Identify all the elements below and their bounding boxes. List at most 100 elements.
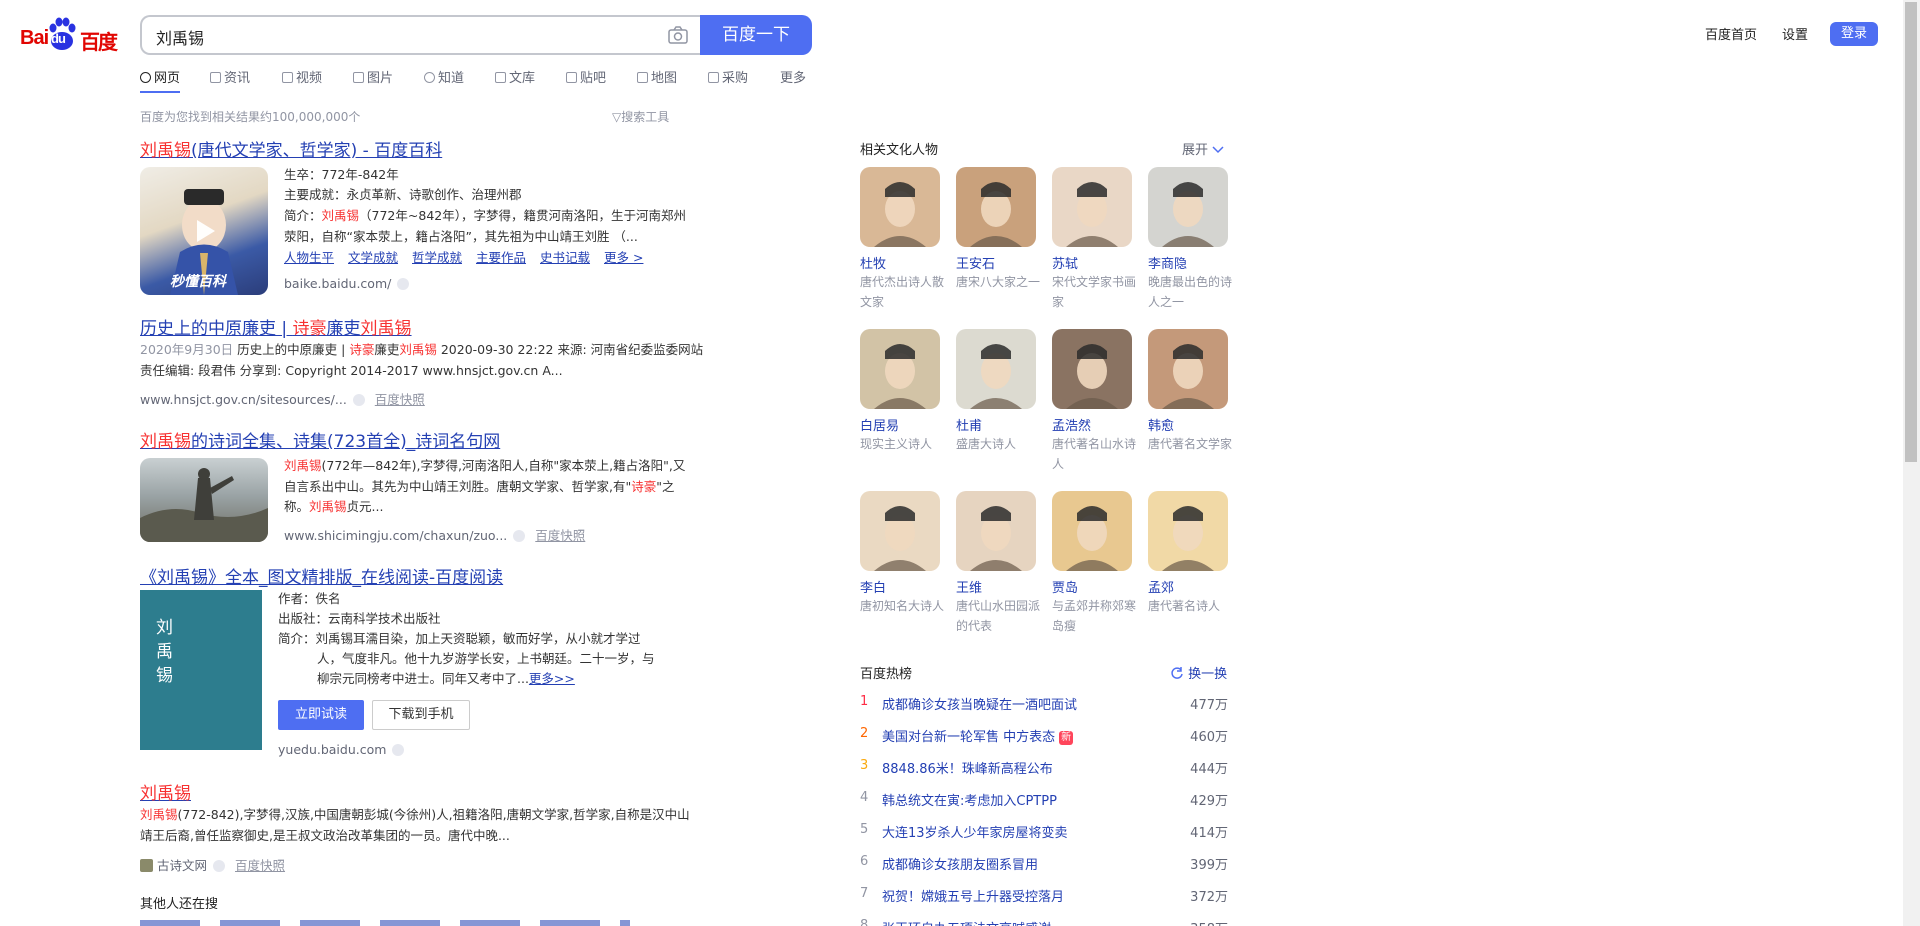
baidu-home-link[interactable]: 百度首页 [1705,24,1757,43]
camera-icon[interactable] [668,26,688,44]
hot-title[interactable]: 成都确诊女孩朋友圈系冒用 [882,854,1038,873]
sublink-philosophy[interactable]: 哲学成就 [412,250,462,265]
person-name[interactable]: 孟郊 [1148,577,1232,596]
search-tools[interactable]: ▽搜索工具 [612,108,669,125]
book-more-link[interactable]: 更多>> [529,671,575,686]
hot-title-text: 韩总统文在寅:考虑加入CPTPP [882,794,1057,809]
result-2-title[interactable]: 历史上的中原廉吏 | 诗豪廉吏刘禹锡 [140,314,412,339]
tab-images[interactable]: 图片 [353,67,393,93]
related-person[interactable]: 白居易 现实主义诗人 [860,329,944,454]
result-1-thumbnail[interactable]: 秒懂百科 [140,167,268,295]
read-now-button[interactable]: 立即试读 [278,700,364,730]
page-scrollbar[interactable] [1903,0,1920,926]
related-search-links[interactable] [140,920,630,926]
result-4-title[interactable]: 《刘禹锡》全本_图文精排版_在线阅读-百度阅读 [140,563,503,588]
person-portrait[interactable] [956,491,1036,571]
person-portrait[interactable] [860,491,940,571]
hot-item[interactable]: 8 张玉环自办五项法文高喊感谢 358万 [860,918,1228,926]
hot-title[interactable]: 韩总统文在寅:考虑加入CPTPP [882,790,1057,809]
snapshot-link[interactable]: 百度快照 [535,528,585,543]
tab-zhidao[interactable]: 知道 [424,67,464,93]
sublink-literature[interactable]: 文学成就 [348,250,398,265]
related-person[interactable]: 苏轼 宋代文学家书画家 [1052,167,1136,312]
related-person[interactable]: 韩愈 唐代著名文学家 [1148,329,1232,454]
hot-item[interactable]: 3 8848.86米！珠峰新高程公布 444万 [860,758,1228,782]
related-person[interactable]: 王维 唐代山水田园派的代表 [956,491,1040,636]
settings-link[interactable]: 设置 [1782,24,1808,43]
related-person[interactable]: 李商隐 晚唐最出色的诗人之一 [1148,167,1232,312]
search-button[interactable]: 百度一下 [700,15,812,55]
person-name[interactable]: 苏轼 [1052,253,1136,272]
tab-wenku[interactable]: 文库 [495,67,535,93]
person-name[interactable]: 韩愈 [1148,415,1232,434]
result-5-title[interactable]: 刘禹锡 [140,779,191,804]
tab-purchase[interactable]: 采购 [708,67,748,93]
person-name[interactable]: 杜甫 [956,415,1040,434]
hot-item[interactable]: 5 大连13岁杀人少年家房屋将变卖 414万 [860,822,1228,846]
hot-item[interactable]: 2 美国对台新一轮军售 中方表态新 460万 [860,726,1228,750]
person-portrait[interactable] [1052,167,1132,247]
person-name[interactable]: 杜牧 [860,253,944,272]
person-portrait[interactable] [1148,491,1228,571]
person-name[interactable]: 贾岛 [1052,577,1136,596]
tab-map[interactable]: 地图 [637,67,677,93]
tab-video[interactable]: 视频 [282,67,322,93]
tab-news[interactable]: 资讯 [210,67,250,93]
person-name[interactable]: 王安石 [956,253,1040,272]
others-searching-title: 其他人还在搜 [140,897,219,912]
hot-item[interactable]: 7 祝贺！嫦娥五号上升器受控落月 372万 [860,886,1228,910]
expand-button[interactable]: 展开 [1182,139,1224,158]
hot-title[interactable]: 大连13岁杀人少年家房屋将变卖 [882,822,1068,841]
related-person[interactable]: 王安石 唐宋八大家之一 [956,167,1040,292]
result-1-achievements: 主要成就：永贞革新、诗歌创作、治理州郡 [284,187,522,202]
related-person[interactable]: 贾岛 与孟郊并称郊寒岛瘦 [1052,491,1136,636]
play-icon[interactable] [189,216,219,246]
hot-title[interactable]: 祝贺！嫦娥五号上升器受控落月 [882,886,1064,905]
result-3-title[interactable]: 刘禹锡的诗词全集、诗集(723首全)_诗词名句网 [140,427,500,452]
result-1-title[interactable]: 刘禹锡(唐代文学家、哲学家) - 百度百科 [140,136,442,161]
sublink-life[interactable]: 人物生平 [284,250,334,265]
person-name[interactable]: 李白 [860,577,944,596]
related-person[interactable]: 李白 唐初知名大诗人 [860,491,944,616]
related-person[interactable]: 杜甫 盛唐大诗人 [956,329,1040,454]
hot-item[interactable]: 6 成都确诊女孩朋友圈系冒用 399万 [860,854,1228,878]
hot-title[interactable]: 成都确诊女孩当晚疑在一酒吧面试 [882,694,1077,713]
tab-web[interactable]: 网页 [140,67,181,93]
person-portrait[interactable] [956,167,1036,247]
person-portrait[interactable] [1052,329,1132,409]
snapshot-link[interactable]: 百度快照 [235,858,285,873]
sublink-works[interactable]: 主要作品 [476,250,526,265]
related-person[interactable]: 杜牧唐代杰出诗人散文家 [860,167,944,312]
related-person[interactable]: 孟郊 唐代著名诗人 [1148,491,1232,616]
hot-item[interactable]: 1 成都确诊女孩当晚疑在一酒吧面试 477万 [860,694,1228,718]
person-name[interactable]: 孟浩然 [1052,415,1136,434]
search-input[interactable]: 刘禹锡 [140,15,702,55]
book-cover[interactable]: 刘禹锡 [140,590,262,750]
refresh-button[interactable]: 换一换 [1170,663,1227,682]
person-portrait[interactable] [956,329,1036,409]
result-3-thumbnail[interactable] [140,458,268,542]
baidu-logo[interactable]: Bai du 百度 [20,17,125,55]
hot-title[interactable]: 8848.86米！珠峰新高程公布 [882,758,1053,777]
sublink-more[interactable]: 更多 > [604,250,643,265]
tab-more[interactable]: 更多 [780,67,806,93]
scrollbar-thumb[interactable] [1905,2,1917,462]
login-button[interactable]: 登录 [1830,22,1878,46]
hot-item[interactable]: 4 韩总统文在寅:考虑加入CPTPP 429万 [860,790,1228,814]
person-portrait[interactable] [1148,167,1228,247]
person-portrait[interactable] [860,329,940,409]
person-portrait[interactable] [1148,329,1228,409]
person-name[interactable]: 王维 [956,577,1040,596]
person-name[interactable]: 李商隐 [1148,253,1232,272]
download-to-phone-button[interactable]: 下载到手机 [372,700,470,730]
hot-title[interactable]: 美国对台新一轮军售 中方表态新 [882,726,1074,745]
person-portrait[interactable] [1052,491,1132,571]
person-description: 唐代杰出诗人散文家 [860,275,945,309]
related-person[interactable]: 孟浩然 唐代著名山水诗人 [1052,329,1136,474]
hot-title[interactable]: 张玉环自办五项法文高喊感谢 [882,918,1051,926]
person-portrait[interactable] [860,167,940,247]
snapshot-link[interactable]: 百度快照 [375,392,425,407]
tab-tieba[interactable]: 贴吧 [566,67,606,93]
person-name[interactable]: 白居易 [860,415,944,434]
sublink-history[interactable]: 史书记载 [540,250,590,265]
